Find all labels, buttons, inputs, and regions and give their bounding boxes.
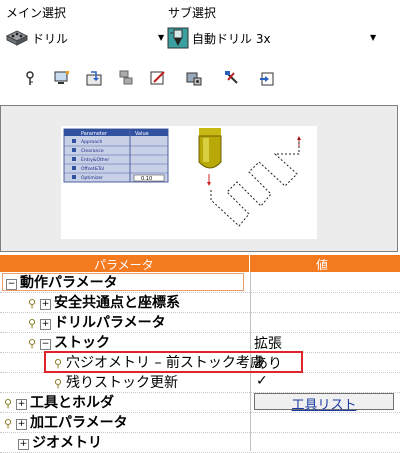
export-icon[interactable] [258,70,274,86]
tool-icon[interactable] [224,70,240,86]
row-label: 加工パラメータ [30,415,128,431]
row-label: ストック [54,335,110,351]
optimizer-value: 0.10 [141,176,152,182]
tree-row-safety-coords[interactable]: ⚲ + 安全共通点と座標系 [0,292,400,313]
table-row-label: Clearance [81,148,104,154]
tool-list-button[interactable]: 工具リスト [254,393,394,413]
main-select-dropdown[interactable]: ドリル ▼ [4,28,164,48]
tree-row-motion-params[interactable]: − 動作パラメータ [0,272,400,293]
sub-select-label: サブ選択 [168,6,217,20]
pin-icon: ⚲ [4,397,13,410]
preview-image: Parameter Value Approach Clearance Entry… [61,126,317,239]
row-label: 安全共通点と座標系 [54,295,180,311]
expand-icon[interactable]: + [16,399,27,410]
import-icon[interactable] [86,70,102,86]
edit-icon[interactable] [150,70,166,86]
main-select-label: メイン選択 [6,6,67,20]
table-row-label: Entry&Other [81,157,109,163]
table-row-label: Approach [81,139,103,145]
tree-row-drill-params[interactable]: ⚲ + ドリルパラメータ [0,312,400,333]
table-header-parameter: Parameter [81,131,108,137]
expand-icon[interactable]: + [16,419,27,430]
sub-select-dropdown[interactable]: 自動ドリル 3x ▼ [166,27,386,49]
header-value: 値 [316,258,329,272]
table-header-value: Value [135,131,149,137]
chevron-down-icon[interactable]: ▼ [158,33,164,42]
collapse-icon[interactable]: − [6,279,17,290]
settings-icon[interactable] [186,70,202,86]
drill-block-icon [5,30,29,46]
row-label: 残りストック更新 [66,375,178,391]
row-label: ドリルパラメータ [54,315,166,331]
stock-value[interactable]: 拡張 [254,333,282,353]
preview-panel: Parameter Value Approach Clearance Entry… [0,105,398,252]
pin-icon: ⚲ [4,417,13,430]
tree-row-tool-holder[interactable]: ⚲ + 工具とホルダ 工具リスト [0,392,400,413]
sub-select-value: 自動ドリル 3x [192,31,271,46]
tree-row-stock[interactable]: ⚲ − ストック 拡張 [0,332,400,353]
expand-icon[interactable]: + [40,299,51,310]
expand-icon[interactable]: + [40,319,51,330]
tool-list-label: 工具リスト [291,398,357,413]
main-select-value: ドリル [32,31,69,46]
row-label: 工具とホルダ [30,395,114,411]
network-icon[interactable] [118,70,134,86]
key-icon[interactable] [24,70,40,86]
table-row-label: Offset&Tol [81,166,104,172]
highlight-box [44,351,303,373]
expand-icon[interactable]: + [18,439,29,450]
pin-icon: ⚲ [28,337,37,350]
pin-icon: ⚲ [54,377,63,390]
collapse-icon[interactable]: − [40,339,51,350]
remaining-stock-checkbox[interactable]: ✓ [256,373,268,389]
tree-row-remaining-stock-update[interactable]: ⚲ 残りストック更新 ✓ [0,372,400,393]
pin-icon: ⚲ [28,297,37,310]
table-row-label: Optimizer [81,175,103,181]
computer-icon[interactable] [54,70,70,86]
row-label: ジオメトリ [32,435,102,451]
chevron-down-icon[interactable]: ▼ [370,33,376,42]
row-label: 動作パラメータ [20,275,118,291]
parameter-grid-header: パラメータ 値 [0,255,400,272]
tree-row-geometry[interactable]: + ジオメトリ [0,432,400,453]
header-parameter: パラメータ [94,258,154,272]
tree-row-machining-params[interactable]: ⚲ + 加工パラメータ [0,412,400,433]
pin-icon: ⚲ [28,317,37,330]
auto-drill-icon [167,27,189,49]
